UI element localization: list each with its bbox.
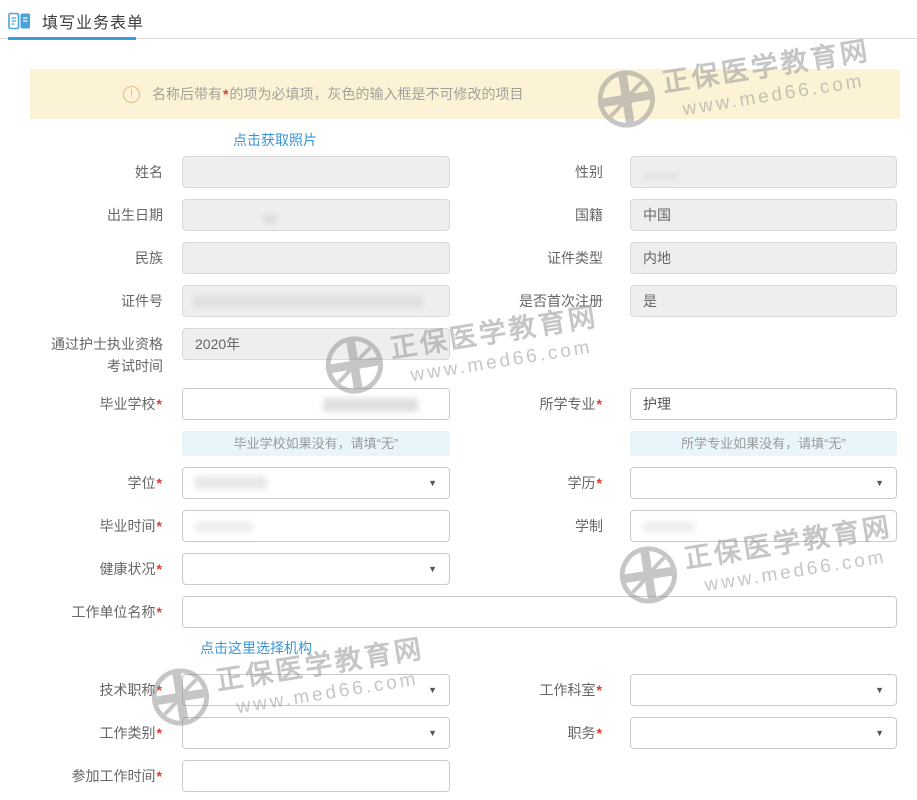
first-registration-label: 是否首次注册 [450,290,603,312]
hint-row: 毕业学校如果没有，请填“无” 所学专业如果没有，请填“无” [0,431,917,456]
required-asterisk: * [597,725,602,741]
dropdown-arrow-icon: ▼ [428,564,437,574]
graduation-school-input[interactable] [182,388,450,420]
form-row: 学位* ▼ 学历* ▼ [0,467,917,499]
form-row: 工作单位名称* [0,596,917,628]
gender-input [630,156,897,188]
redacted-value [263,215,277,223]
work-start-time-input[interactable] [182,760,450,792]
health-status-label: 健康状况* [0,558,163,580]
required-asterisk: * [157,475,162,491]
exam-pass-time-label: 通过护士执业资格 考试时间 [0,328,163,377]
dropdown-arrow-icon: ▼ [875,685,884,695]
nationality-label: 国籍 [450,204,603,226]
notice-bar: ! 名称后带有*的项为必填项，灰色的输入框是不可修改的项目 [30,69,900,119]
required-asterisk: * [157,518,162,534]
education-label: 学历* [450,472,603,494]
business-form: 姓名 性别 出生日期 国籍 中国 民族 证件类型 内地 证件号 是否首次注册 是… [0,156,917,792]
major-hint: 所学专业如果没有，请填“无” [630,431,897,456]
form-row: 毕业时间* 学制 [0,510,917,542]
gender-label: 性别 [450,161,603,183]
form-row: 参加工作时间* [0,760,917,792]
form-row: 证件号 是否首次注册 是 [0,285,917,317]
ethnicity-label: 民族 [0,247,163,269]
redacted-value [195,476,267,490]
form-row: 毕业学校* 所学专业* 护理 [0,388,917,420]
work-department-select[interactable]: ▼ [630,674,897,706]
graduation-time-label: 毕业时间* [0,515,163,537]
redacted-value [643,522,695,532]
form-row: 通过护士执业资格 考试时间 2020年 [0,328,917,377]
first-registration-input: 是 [630,285,897,317]
redacted-value [323,398,418,412]
form-row: 姓名 性别 [0,156,917,188]
exam-pass-time-input: 2020年 [182,328,450,360]
required-asterisk: * [597,396,602,412]
required-asterisk: * [157,682,162,698]
degree-label: 学位* [0,472,163,494]
required-asterisk: * [223,86,228,102]
page-title: 填写业务表单 [42,9,144,33]
required-asterisk: * [157,396,162,412]
required-asterisk: * [597,475,602,491]
notice-text: 名称后带有*的项为必填项，灰色的输入框是不可修改的项目 [152,84,523,104]
technical-title-select[interactable]: ▼ [182,674,450,706]
name-input [182,156,450,188]
work-start-time-label: 参加工作时间* [0,765,163,787]
graduation-school-label: 毕业学校* [0,393,163,415]
form-book-icon [8,11,31,31]
major-input[interactable]: 护理 [630,388,897,420]
form-row: 健康状况* ▼ [0,553,917,585]
required-asterisk: * [157,768,162,784]
form-row: 工作类别* ▼ 职务* ▼ [0,717,917,749]
work-category-select[interactable]: ▼ [182,717,450,749]
position-label: 职务* [450,722,603,744]
name-label: 姓名 [0,161,163,183]
degree-select[interactable]: ▼ [182,467,450,499]
schooling-length-input[interactable] [630,510,897,542]
work-unit-name-label: 工作单位名称* [0,601,163,623]
dropdown-arrow-icon: ▼ [428,728,437,738]
id-number-input [182,285,450,317]
birth-date-label: 出生日期 [0,204,163,226]
required-asterisk: * [157,725,162,741]
form-row: 技术职称* ▼ 工作科室* ▼ [0,674,917,706]
graduation-school-hint: 毕业学校如果没有，请填“无” [182,431,450,456]
work-unit-name-input[interactable] [182,596,897,628]
form-row: 出生日期 国籍 中国 [0,199,917,231]
health-status-select[interactable]: ▼ [182,553,450,585]
ethnicity-input [182,242,450,274]
graduation-time-input[interactable] [182,510,450,542]
page-header: 填写业务表单 [0,0,917,39]
major-label: 所学专业* [450,393,603,415]
required-asterisk: * [157,604,162,620]
id-type-label: 证件类型 [450,247,603,269]
id-type-input: 内地 [630,242,897,274]
info-circle-icon: ! [123,86,140,103]
work-department-label: 工作科室* [450,679,603,701]
get-photo-link[interactable]: 点击获取照片 [233,132,317,148]
select-org-link[interactable]: 点击这里选择机构 [200,640,312,656]
form-row: 民族 证件类型 内地 [0,242,917,274]
work-category-label: 工作类别* [0,722,163,744]
redacted-value [195,522,253,532]
required-asterisk: * [157,561,162,577]
active-tab-underline [8,37,136,40]
org-link-row: 点击这里选择机构 [200,639,917,657]
education-select[interactable]: ▼ [630,467,897,499]
birth-date-input [182,199,450,231]
required-asterisk: * [597,682,602,698]
redacted-value [193,296,423,308]
position-select[interactable]: ▼ [630,717,897,749]
dropdown-arrow-icon: ▼ [875,728,884,738]
redacted-value [643,173,679,180]
dropdown-arrow-icon: ▼ [875,478,884,488]
schooling-length-label: 学制 [450,515,603,537]
id-number-label: 证件号 [0,290,163,312]
technical-title-label: 技术职称* [0,679,163,701]
nationality-input: 中国 [630,199,897,231]
dropdown-arrow-icon: ▼ [428,685,437,695]
dropdown-arrow-icon: ▼ [428,478,437,488]
photo-link-row: 点击获取照片 [233,131,917,149]
